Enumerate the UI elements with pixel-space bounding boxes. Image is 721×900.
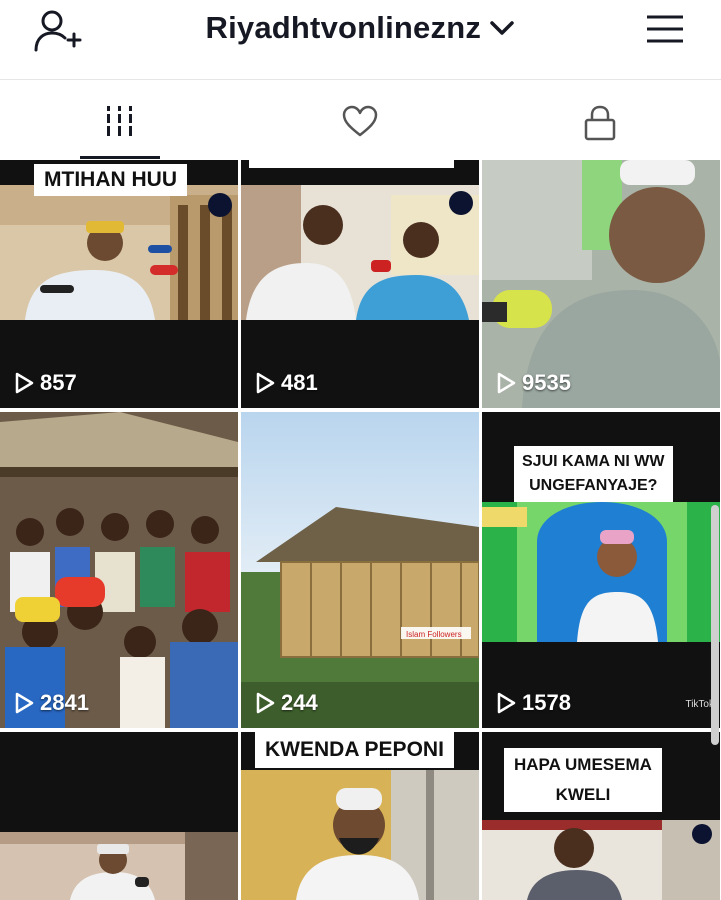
video-tile[interactable]: Islam Followers 244: [241, 412, 479, 728]
video-thumbnail: [0, 412, 238, 728]
tiktok-watermark: TikTok: [685, 699, 714, 710]
profile-header: Riyadhtvonlineznz: [0, 0, 721, 80]
video-thumbnail: Islam Followers: [241, 412, 479, 728]
video-tile[interactable]: 481: [241, 160, 479, 408]
grid-icon: [107, 106, 132, 136]
video-tile[interactable]: 9535: [482, 160, 720, 408]
active-tab-indicator: [80, 156, 160, 159]
play-icon: [256, 372, 275, 394]
video-tile[interactable]: [0, 732, 238, 900]
video-thumbnail: [0, 185, 238, 320]
username-switcher[interactable]: Riyadhtvonlineznz: [0, 10, 721, 46]
video-tile[interactable]: HAPA UMESEMA KWELI: [482, 732, 720, 900]
play-icon: [497, 692, 516, 714]
play-icon: [15, 372, 34, 394]
tab-videos[interactable]: [0, 82, 240, 160]
play-icon: [497, 372, 516, 394]
video-caption: KWENDA PEPONI: [255, 732, 454, 768]
video-thumbnail: [241, 185, 479, 320]
tab-liked[interactable]: [240, 82, 480, 160]
play-icon: [256, 692, 275, 714]
view-count-value: 857: [40, 370, 77, 395]
profile-tabs: [0, 82, 721, 160]
view-count: 1578: [496, 690, 571, 716]
chevron-down-icon: [490, 21, 515, 35]
profile-username: Riyadhtvonlineznz: [205, 10, 482, 45]
view-count: 244: [255, 690, 318, 716]
video-grid: MTIHAN HUU 857 481 9535 2841 Islam Follo…: [0, 160, 721, 900]
heart-icon: [342, 105, 378, 137]
tab-private[interactable]: [480, 82, 720, 160]
view-count: 9535: [496, 370, 571, 396]
view-count-value: 244: [281, 690, 318, 715]
video-tile[interactable]: 2841: [0, 412, 238, 728]
video-caption: MTIHAN HUU: [34, 164, 187, 196]
lock-icon: [584, 105, 616, 141]
view-count: 857: [14, 370, 77, 396]
view-count: 481: [255, 370, 318, 396]
view-count-value: 481: [281, 370, 318, 395]
scrollbar[interactable]: [711, 505, 719, 745]
video-thumbnail: [0, 832, 238, 900]
video-caption: HAPA UMESEMA KWELI: [504, 748, 662, 812]
caption-strip: [249, 160, 454, 168]
view-count-value: 1578: [522, 690, 571, 715]
hamburger-menu-icon[interactable]: [645, 14, 685, 44]
svg-text:Islam Followers: Islam Followers: [406, 630, 462, 639]
video-thumbnail: [241, 770, 479, 900]
view-count-value: 2841: [40, 690, 89, 715]
video-tile[interactable]: MTIHAN HUU 857: [0, 160, 238, 408]
video-thumbnail: [482, 820, 720, 900]
video-thumbnail: [482, 502, 720, 642]
video-caption: SJUI KAMA NI WW UNGEFANYAJE?: [514, 446, 673, 502]
play-icon: [15, 692, 34, 714]
view-count: 2841: [14, 690, 89, 716]
video-tile[interactable]: SJUI KAMA NI WW UNGEFANYAJE? TikTok 1578: [482, 412, 720, 728]
video-tile[interactable]: KWENDA PEPONI: [241, 732, 479, 900]
view-count-value: 9535: [522, 370, 571, 395]
